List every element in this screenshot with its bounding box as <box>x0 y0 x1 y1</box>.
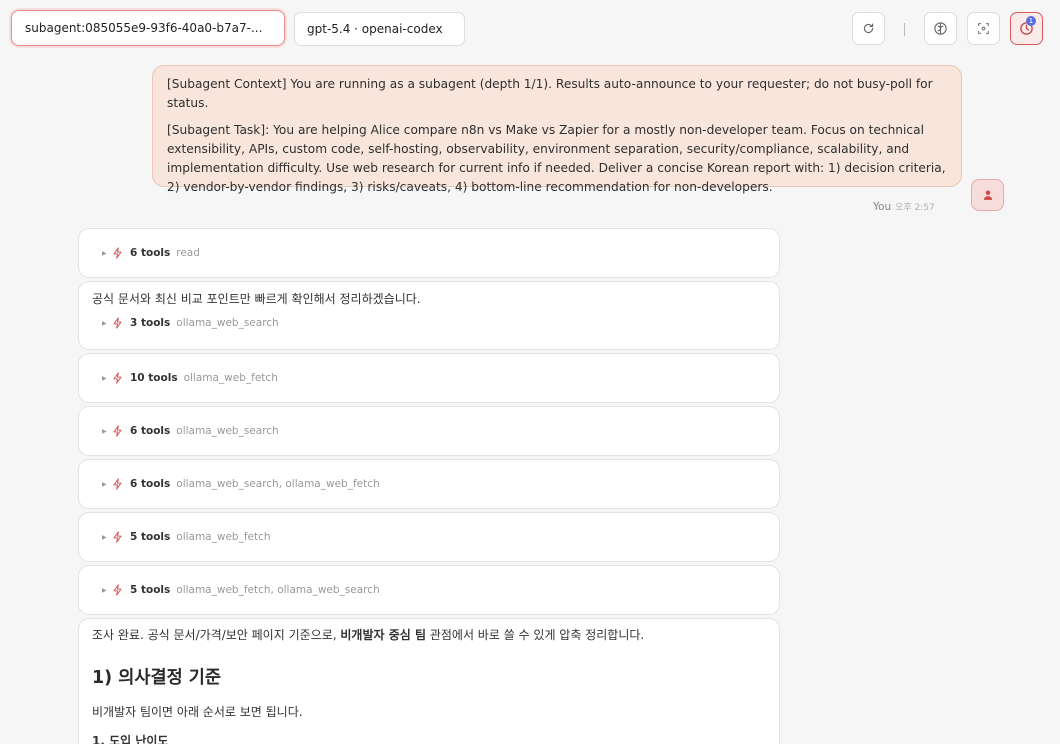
message-meta: You 오후 2:57 <box>873 200 935 213</box>
lightning-icon <box>112 478 126 490</box>
session-selector[interactable]: subagent:085055e9-93f6-40a0-b7a7-... <box>11 10 285 46</box>
assistant-message-card: 공식 문서와 최신 비교 포인트만 빠르게 확인해서 정리하겠습니다. ▶ 3 … <box>78 281 780 350</box>
caret-icon: ▶ <box>102 586 107 594</box>
caret-icon: ▶ <box>102 319 107 327</box>
caret-icon: ▶ <box>102 374 107 382</box>
message-time: 오후 2:57 <box>895 203 935 213</box>
report-intro-part: 조사 완료. 공식 문서/가격/보안 페이지 기준으로, <box>92 628 341 642</box>
report-intro-emphasis: 비개발자 중심 팀 <box>340 628 427 642</box>
model-selector[interactable]: gpt-5.4 · openai-codex <box>294 12 465 46</box>
refresh-button[interactable] <box>852 12 885 45</box>
caret-icon: ▶ <box>102 480 107 488</box>
tool-group-card: ▶ 6 tools ollama_web_search <box>78 406 780 456</box>
user-message-bubble: [Subagent Context] You are running as a … <box>152 65 962 194</box>
assistant-intro-text: 공식 문서와 최신 비교 포인트만 빠르게 확인해서 정리하겠습니다. <box>92 292 421 306</box>
caret-icon: ▶ <box>102 427 107 435</box>
lightning-icon <box>112 584 126 596</box>
lightning-icon <box>112 425 126 437</box>
tool-group-toggle[interactable]: ▶ 6 tools ollama_web_search <box>79 421 779 441</box>
top-bar: subagent:085055e9-93f6-40a0-b7a7-... gpt… <box>0 0 1060 58</box>
subagent-task-text: [Subagent Task]: You are helping Alice c… <box>167 123 946 194</box>
refresh-icon <box>863 23 874 34</box>
report-list-item: 1. 도입 난이도 <box>92 734 169 744</box>
tool-group-card: ▶ 6 tools read <box>78 228 780 278</box>
tool-names: ollama_web_fetch <box>183 372 278 384</box>
tool-group-toggle[interactable]: ▶ 5 tools ollama_web_fetch, ollama_web_s… <box>79 580 779 600</box>
tool-group-card: ▶ 6 tools ollama_web_search, ollama_web_… <box>78 459 780 509</box>
report-intro-part: 관점에서 바로 쓸 수 있게 압축 정리합니다. <box>426 628 645 642</box>
tool-count: 5 tools <box>130 584 171 596</box>
report-lead: 비개발자 팀이면 아래 순서로 보면 됩니다. <box>92 705 303 719</box>
tool-group-toggle[interactable]: ▶ 10 tools ollama_web_fetch <box>79 368 779 388</box>
tool-group-toggle[interactable]: ▶ 3 tools ollama_web_search <box>79 313 779 333</box>
tool-names: ollama_web_search <box>176 425 279 437</box>
caret-icon: ▶ <box>102 533 107 541</box>
tool-count: 6 tools <box>130 425 171 437</box>
tool-count: 5 tools <box>130 531 171 543</box>
subagent-context-text: [Subagent Context] You are running as a … <box>167 77 933 110</box>
tool-group-card: ▶ 5 tools ollama_web_fetch <box>78 512 780 562</box>
lightning-icon <box>112 317 126 329</box>
user-icon <box>983 190 992 200</box>
tool-names: ollama_web_search <box>176 317 279 329</box>
tool-names: ollama_web_fetch, ollama_web_search <box>176 584 380 596</box>
tool-count: 3 tools <box>130 317 171 329</box>
lightning-icon <box>112 247 126 259</box>
report-card: 조사 완료. 공식 문서/가격/보안 페이지 기준으로, 비개발자 중심 팀 관… <box>78 618 780 744</box>
caret-icon: ▶ <box>102 249 107 257</box>
tool-group-card: ▶ 10 tools ollama_web_fetch <box>78 353 780 403</box>
notification-badge: 1 <box>1026 16 1036 26</box>
tool-count: 6 tools <box>130 478 171 490</box>
report-heading: 1) 의사결정 기준 <box>92 668 221 688</box>
user-avatar <box>971 179 1004 211</box>
tool-names: read <box>176 247 200 259</box>
toolbar-divider <box>904 23 905 36</box>
brain-toggle-button[interactable] <box>924 12 957 45</box>
brain-icon <box>934 22 947 35</box>
tool-names: ollama_web_search, ollama_web_fetch <box>176 478 380 490</box>
focus-mode-button[interactable] <box>967 12 1000 45</box>
tool-group-card: ▶ 5 tools ollama_web_fetch, ollama_web_s… <box>78 565 780 615</box>
tool-names: ollama_web_fetch <box>176 531 271 543</box>
sender-name: You <box>873 201 892 213</box>
report-intro: 조사 완료. 공식 문서/가격/보안 페이지 기준으로, 비개발자 중심 팀 관… <box>79 626 779 644</box>
history-button[interactable]: 1 <box>1010 12 1043 45</box>
tool-group-toggle[interactable]: ▶ 5 tools ollama_web_fetch <box>79 527 779 547</box>
tool-group-toggle[interactable]: ▶ 6 tools read <box>79 243 779 263</box>
lightning-icon <box>112 531 126 543</box>
tool-group-toggle[interactable]: ▶ 6 tools ollama_web_search, ollama_web_… <box>79 474 779 494</box>
lightning-icon <box>112 372 126 384</box>
tool-count: 10 tools <box>130 372 178 384</box>
focus-icon <box>978 23 989 34</box>
tool-count: 6 tools <box>130 247 171 259</box>
